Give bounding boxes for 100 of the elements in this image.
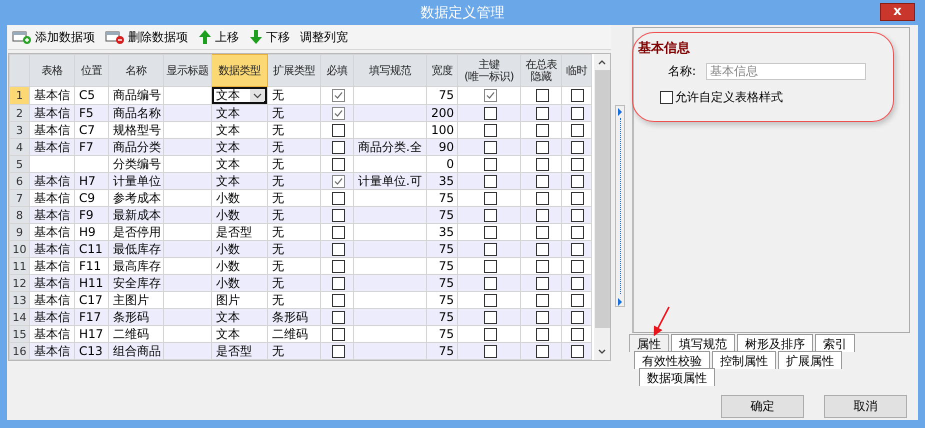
scroll-up-icon[interactable] [597, 58, 607, 66]
checkbox[interactable] [536, 328, 548, 341]
row-number[interactable]: 6 [10, 172, 30, 190]
column-header[interactable]: 在总表 隐藏 [520, 54, 562, 86]
checkbox[interactable] [484, 174, 496, 188]
checkbox[interactable] [484, 124, 496, 137]
checkbox[interactable] [484, 158, 496, 171]
checkbox[interactable] [332, 174, 344, 188]
checkbox[interactable] [484, 106, 496, 120]
scrollbar[interactable] [594, 54, 610, 360]
checkbox[interactable] [536, 174, 548, 188]
column-header[interactable]: 显示标题 [164, 54, 212, 86]
checkbox[interactable] [571, 328, 584, 341]
checkbox[interactable] [536, 294, 548, 307]
column-header[interactable]: 数据类型 [212, 54, 268, 86]
tab[interactable]: 控制属性 [712, 351, 776, 369]
checkbox[interactable] [332, 106, 344, 120]
checkbox[interactable] [536, 310, 548, 324]
chevron-down-icon[interactable] [250, 89, 265, 102]
checkbox[interactable] [536, 242, 548, 256]
tab[interactable]: 有效性校验 [634, 351, 710, 369]
checkbox[interactable] [571, 310, 584, 324]
checkbox[interactable] [536, 226, 548, 239]
checkbox[interactable] [536, 344, 548, 358]
checkbox[interactable] [536, 260, 548, 273]
checkbox[interactable] [332, 328, 344, 341]
checkbox[interactable] [571, 140, 584, 154]
tab[interactable]: 索引 [815, 334, 855, 352]
checkbox[interactable] [536, 276, 548, 290]
row-number[interactable]: 5 [10, 156, 30, 172]
checkbox[interactable] [571, 242, 584, 256]
column-header[interactable]: 填写规范 [354, 54, 426, 86]
triangle-right-icon[interactable] [617, 298, 623, 306]
column-header[interactable]: 宽度 [426, 54, 458, 86]
checkbox[interactable] [571, 294, 584, 307]
column-header[interactable]: 临时 [562, 54, 592, 86]
checkbox[interactable] [571, 344, 584, 358]
row-number[interactable]: 11 [10, 258, 30, 274]
checkbox[interactable] [536, 89, 548, 102]
checkbox[interactable] [484, 192, 496, 205]
row-number[interactable]: 1 [10, 86, 30, 104]
checkbox[interactable] [332, 124, 344, 137]
checkbox[interactable] [484, 140, 496, 154]
checkbox[interactable] [536, 124, 548, 137]
row-number[interactable]: 16 [10, 342, 30, 360]
checkbox[interactable] [484, 344, 496, 358]
tab[interactable]: 扩展属性 [778, 351, 842, 369]
row-number[interactable]: 7 [10, 190, 30, 206]
checkbox[interactable] [484, 310, 496, 324]
checkbox[interactable] [332, 208, 344, 222]
row-number[interactable]: 9 [10, 224, 30, 240]
checkbox[interactable] [332, 158, 344, 171]
checkbox[interactable] [571, 124, 584, 137]
toolbar-button[interactable]: 下移 [249, 28, 294, 46]
checkbox[interactable] [332, 226, 344, 239]
checkbox[interactable] [484, 242, 496, 256]
checkbox[interactable] [332, 192, 344, 205]
row-number[interactable]: 12 [10, 274, 30, 292]
checkbox[interactable] [536, 140, 548, 154]
column-header[interactable]: 扩展类型 [268, 54, 320, 86]
tab[interactable]: 填写规范 [671, 334, 735, 352]
row-number[interactable]: 13 [10, 292, 30, 308]
checkbox[interactable] [484, 89, 496, 102]
row-number[interactable]: 10 [10, 240, 30, 258]
checkbox[interactable] [571, 192, 584, 205]
checkbox[interactable] [536, 158, 548, 171]
close-button[interactable]: x [880, 3, 915, 21]
toolbar-button[interactable]: 删除数据项 [105, 28, 192, 46]
checkbox[interactable] [484, 276, 496, 290]
checkbox[interactable] [571, 158, 584, 171]
tab[interactable]: 树形及排序 [737, 334, 813, 352]
checkbox[interactable] [484, 208, 496, 222]
column-header[interactable]: 位置 [74, 54, 108, 86]
checkbox[interactable] [332, 310, 344, 324]
toolbar-button[interactable]: 上移 [198, 28, 243, 46]
checkbox[interactable] [660, 91, 673, 104]
row-number[interactable]: 3 [10, 122, 30, 138]
column-header[interactable]: 名称 [108, 54, 164, 86]
checkbox[interactable] [536, 106, 548, 120]
checkbox[interactable] [536, 208, 548, 222]
checkbox[interactable] [571, 89, 584, 102]
row-number[interactable]: 14 [10, 308, 30, 326]
checkbox[interactable] [484, 294, 496, 307]
checkbox[interactable] [484, 226, 496, 239]
checkbox[interactable] [571, 208, 584, 222]
column-header[interactable]: 必填 [320, 54, 354, 86]
checkbox[interactable] [332, 276, 344, 290]
row-number[interactable]: 15 [10, 326, 30, 342]
checkbox[interactable] [332, 140, 344, 154]
ok-button[interactable]: 确定 [721, 395, 804, 418]
checkbox[interactable] [332, 260, 344, 273]
checkbox[interactable] [571, 174, 584, 188]
checkbox[interactable] [332, 294, 344, 307]
toolbar-button[interactable]: 添加数据项 [12, 28, 99, 46]
checkbox[interactable] [571, 106, 584, 120]
checkbox[interactable] [332, 344, 344, 358]
checkbox[interactable] [571, 276, 584, 290]
row-number[interactable]: 2 [10, 104, 30, 122]
splitter[interactable] [615, 105, 625, 307]
row-number[interactable]: 4 [10, 138, 30, 156]
